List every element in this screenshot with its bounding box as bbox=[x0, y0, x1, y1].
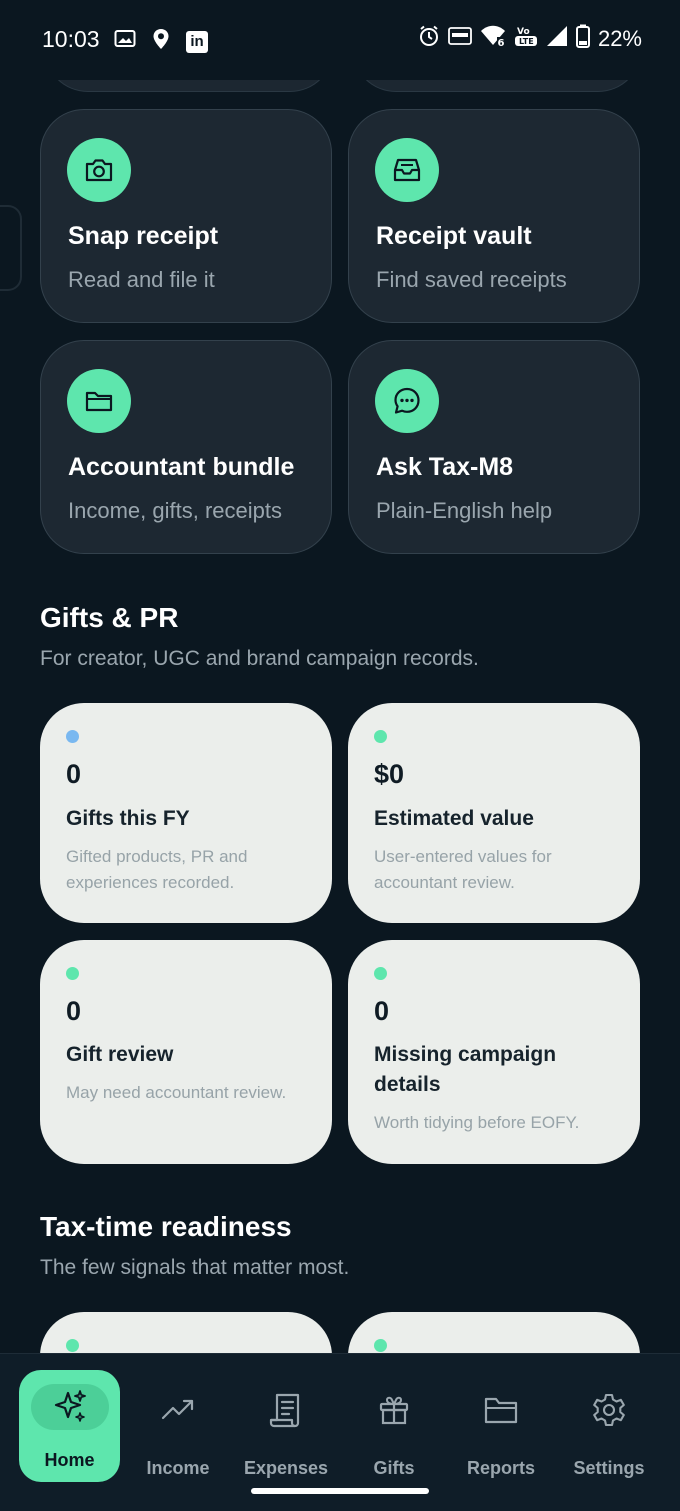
ask-tax-m8-title: Ask Tax-M8 bbox=[376, 453, 514, 481]
missing-campaign-details-card[interactable]: 0 Missing campaign details Worth tidying… bbox=[348, 940, 640, 1164]
gesture-bar[interactable] bbox=[251, 1488, 429, 1494]
signal-icon bbox=[546, 25, 568, 52]
accountant-bundle-card[interactable]: Accountant bundle Income, gifts, receipt… bbox=[40, 340, 332, 554]
estimated-value-value: $0 bbox=[374, 759, 405, 789]
nav-expenses-label: Expenses bbox=[243, 1458, 329, 1478]
status-dot bbox=[374, 730, 387, 743]
gift-review-value: 0 bbox=[66, 996, 82, 1026]
wifi-6-icon: 6 bbox=[480, 25, 506, 52]
receipt-vault-card[interactable]: Receipt vault Find saved receipts bbox=[348, 109, 640, 323]
gifts-section-subtitle: For creator, UGC and brand campaign reco… bbox=[40, 647, 479, 670]
inbox-icon bbox=[375, 138, 439, 202]
chat-icon bbox=[375, 369, 439, 433]
missing-campaign-details-value: 0 bbox=[374, 996, 390, 1026]
folder-icon bbox=[67, 369, 131, 433]
nav-settings-label: Settings bbox=[573, 1458, 645, 1478]
status-left-icons: in bbox=[114, 28, 208, 55]
status-dot bbox=[374, 1339, 387, 1352]
status-dot bbox=[66, 730, 79, 743]
estimated-value-label: Estimated value bbox=[374, 807, 534, 830]
gifts-this-fy-card[interactable]: 0 Gifts this FY Gifted products, PR and … bbox=[40, 703, 332, 923]
gift-review-label: Gift review bbox=[66, 1043, 174, 1066]
svg-text:6: 6 bbox=[497, 38, 504, 47]
nav-settings[interactable]: Settings bbox=[555, 1372, 663, 1482]
missing-campaign-details-desc: Worth tidying before EOFY. bbox=[374, 1113, 580, 1132]
nav-home[interactable]: Home bbox=[19, 1370, 120, 1482]
gear-icon bbox=[585, 1386, 633, 1434]
receipt-vault-title: Receipt vault bbox=[376, 222, 532, 250]
estimated-value-desc: User-entered values for accountant revie… bbox=[374, 847, 552, 892]
status-time: 10:03 bbox=[42, 26, 100, 52]
nav-gifts[interactable]: Gifts bbox=[340, 1372, 448, 1482]
home-screen: 10:03 in 6 Vo LTE 22% Snap receipt Read … bbox=[0, 0, 680, 1511]
auto-icon bbox=[448, 26, 472, 51]
nav-income-label: Income bbox=[146, 1458, 210, 1478]
accountant-bundle-subtitle: Income, gifts, receipts bbox=[68, 498, 282, 523]
gifts-section-title: Gifts & PR bbox=[40, 602, 179, 633]
image-icon bbox=[114, 29, 136, 54]
sparkles-icon bbox=[30, 1384, 109, 1430]
nav-expenses[interactable]: Expenses bbox=[232, 1372, 340, 1482]
status-bar: 10:03 in 6 Vo LTE 22% bbox=[0, 0, 680, 80]
nav-gifts-label: Gifts bbox=[373, 1458, 415, 1478]
nav-income[interactable]: Income bbox=[124, 1372, 232, 1482]
battery-icon bbox=[575, 24, 590, 53]
status-right-icons: 6 Vo LTE 22% bbox=[418, 24, 642, 53]
location-icon bbox=[152, 28, 170, 55]
nav-reports[interactable]: Reports bbox=[447, 1372, 555, 1482]
nav-reports-label: Reports bbox=[466, 1458, 535, 1478]
snap-receipt-title: Snap receipt bbox=[68, 222, 219, 250]
nav-home-label: Home bbox=[44, 1450, 95, 1470]
status-dot bbox=[66, 1339, 79, 1352]
snap-receipt-card[interactable]: Snap receipt Read and file it bbox=[40, 109, 332, 323]
ask-tax-m8-subtitle: Plain-English help bbox=[376, 498, 553, 523]
missing-campaign-details-label: Missing campaign details bbox=[374, 1043, 557, 1096]
edge-handle bbox=[0, 205, 22, 291]
receipt-icon bbox=[262, 1386, 310, 1434]
status-dot bbox=[374, 967, 387, 980]
readiness-section-subtitle: The few signals that matter most. bbox=[40, 1256, 350, 1279]
svg-text:Vo: Vo bbox=[517, 27, 530, 37]
snap-receipt-subtitle: Read and file it bbox=[68, 267, 215, 292]
gifts-this-fy-desc: Gifted products, PR and experiences reco… bbox=[66, 847, 248, 892]
folder-icon bbox=[477, 1386, 525, 1434]
battery-percentage: 22% bbox=[597, 25, 642, 51]
estimated-value-card[interactable]: $0 Estimated value User-entered values f… bbox=[348, 703, 640, 923]
camera-icon bbox=[67, 138, 131, 202]
alarm-icon bbox=[418, 25, 440, 52]
status-dot bbox=[66, 967, 79, 980]
gifts-this-fy-value: 0 bbox=[66, 759, 82, 789]
gift-review-card[interactable]: 0 Gift review May need accountant review… bbox=[40, 940, 332, 1164]
gift-icon bbox=[370, 1386, 418, 1434]
ask-tax-m8-card[interactable]: Ask Tax-M8 Plain-English help bbox=[348, 340, 640, 554]
gift-review-desc: May need accountant review. bbox=[66, 1083, 287, 1102]
receipt-vault-subtitle: Find saved receipts bbox=[376, 267, 567, 292]
volte-icon: Vo LTE bbox=[514, 25, 538, 52]
trend-up-icon bbox=[154, 1386, 202, 1434]
svg-text:LTE: LTE bbox=[519, 37, 534, 46]
accountant-bundle-title: Accountant bundle bbox=[68, 453, 295, 481]
readiness-section-title: Tax-time readiness bbox=[40, 1211, 292, 1242]
gifts-this-fy-label: Gifts this FY bbox=[66, 807, 190, 830]
linkedin-icon: in bbox=[186, 30, 208, 53]
